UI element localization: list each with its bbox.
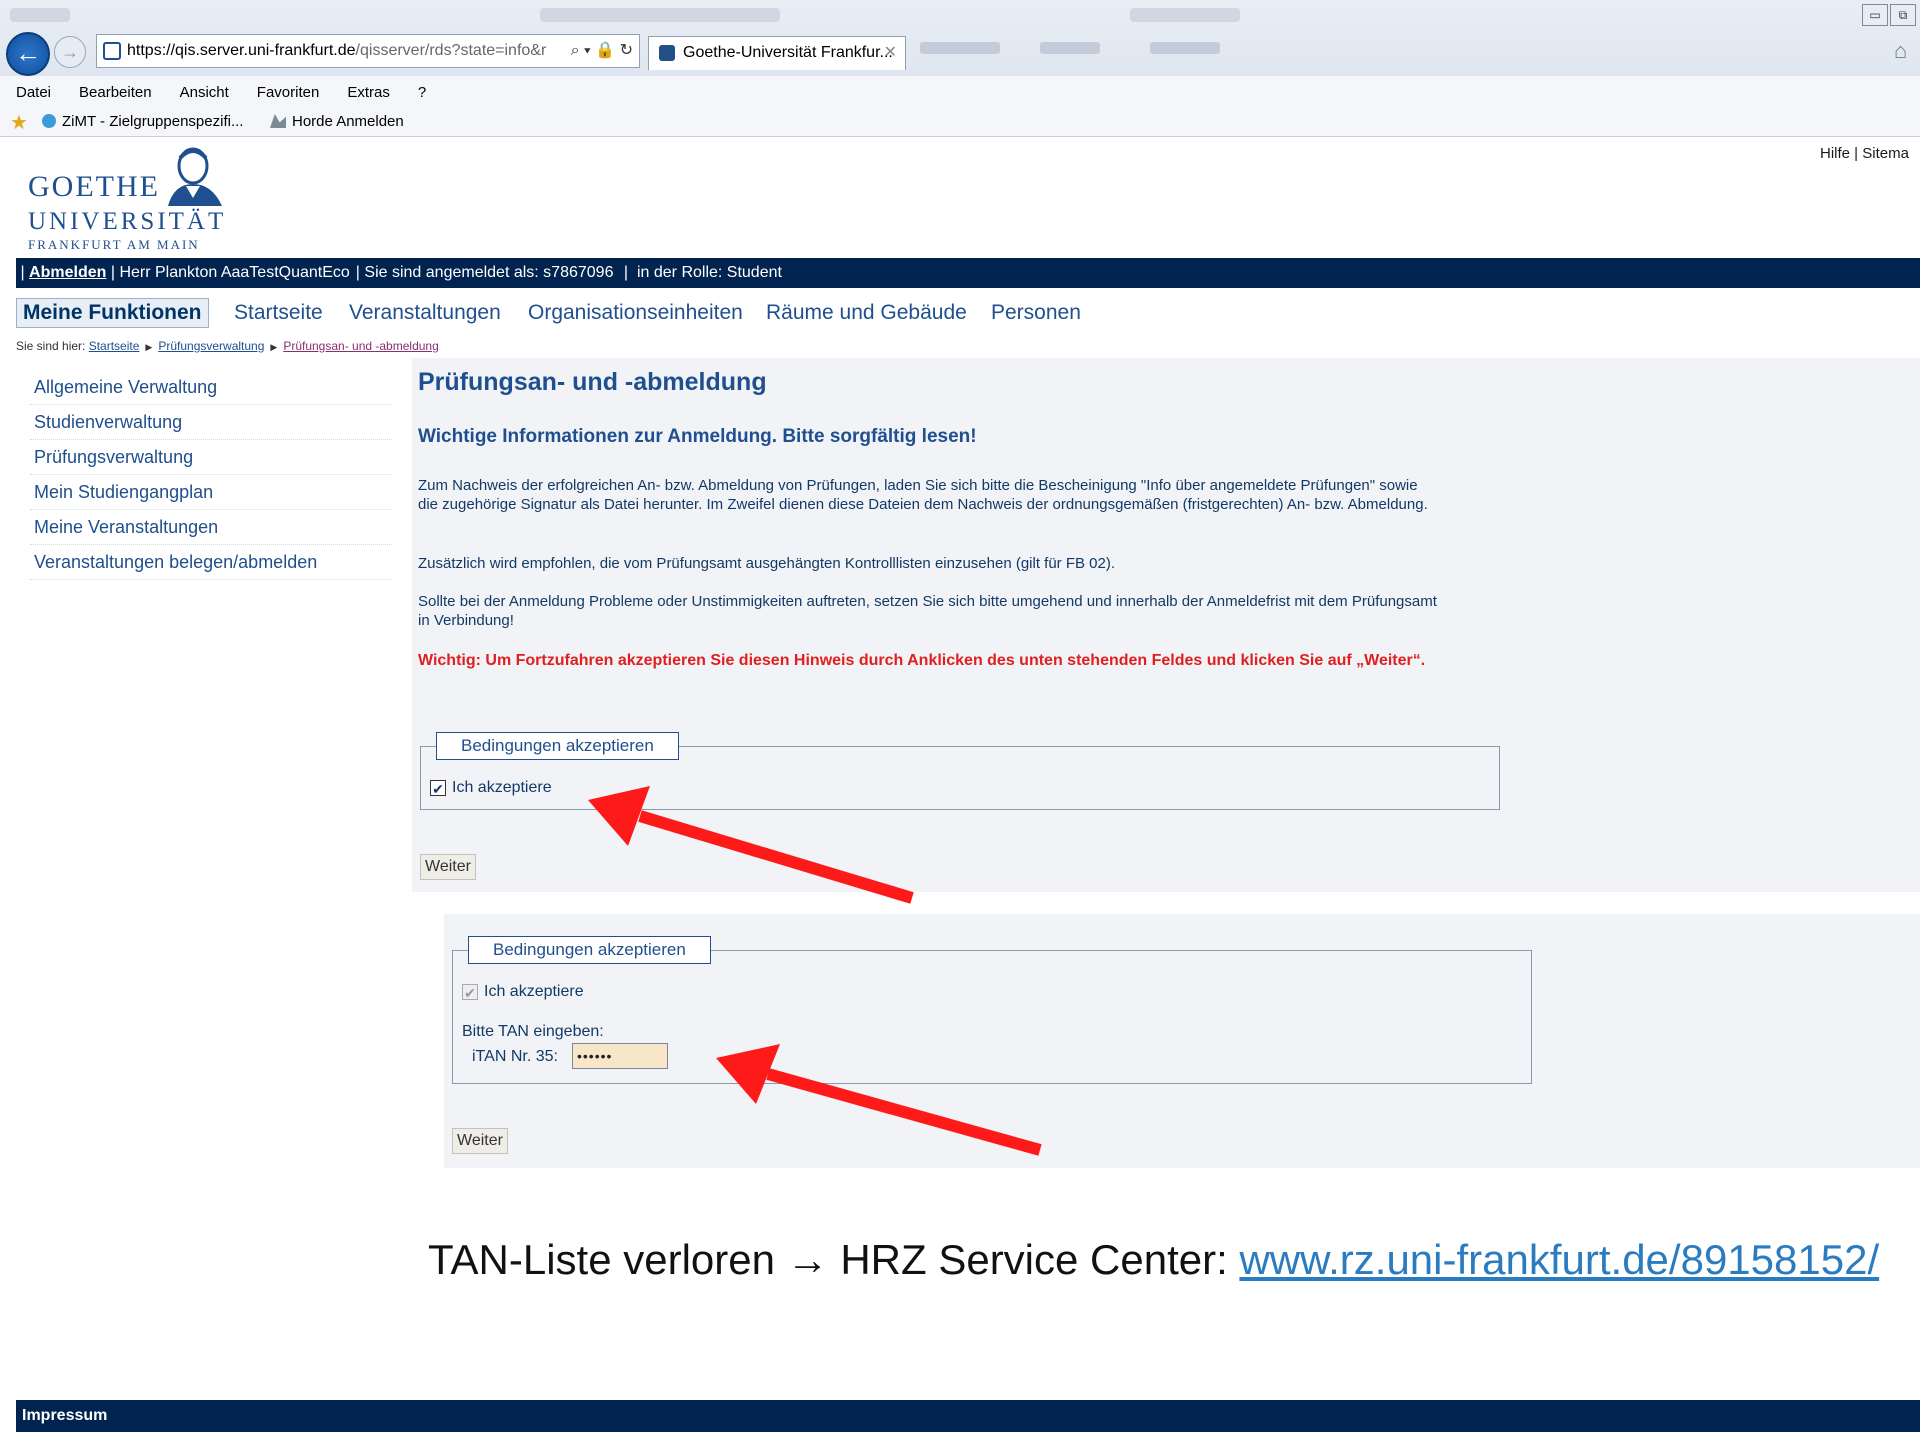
window-controls: ▭ ⧉ — [1862, 4, 1920, 26]
sidebar: Allgemeine Verwaltung Studienverwaltung … — [30, 370, 392, 580]
menu-datei[interactable]: Datei — [16, 84, 51, 101]
sidebar-item-studiengangplan[interactable]: Mein Studiengangplan — [30, 475, 392, 510]
favorites-star-icon[interactable]: ★ — [10, 110, 28, 135]
sidebar-item-studienverwaltung[interactable]: Studienverwaltung — [30, 405, 392, 440]
user-bar: | Abmelden | Herr Plankton AaaTestQuantE… — [16, 258, 1920, 288]
address-bar[interactable]: https://qis.server.uni-frankfurt.de/qiss… — [96, 34, 640, 68]
home-icon[interactable]: ⌂ — [1894, 38, 1907, 64]
university-logo[interactable]: GOETHE UNIVERSITÄT FRANKFURT AM MAIN — [28, 146, 228, 252]
tab-title: Goethe-Universität Frankfur... — [683, 44, 893, 61]
nav-organisationseinheiten[interactable]: Organisationseinheiten — [528, 301, 743, 325]
nav-personen[interactable]: Personen — [991, 301, 1081, 325]
accept-label: Ich akzeptiere — [452, 779, 552, 796]
ghost-tab[interactable] — [1150, 42, 1220, 54]
sidebar-item-pruefungsverwaltung[interactable]: Prüfungsverwaltung — [30, 440, 392, 475]
nav-startseite[interactable]: Startseite — [234, 301, 323, 325]
title-bar-blur — [10, 8, 70, 22]
page-title: Prüfungsan- und -abmeldung — [418, 368, 767, 396]
lost-tan-note: TAN-Liste verloren → HRZ Service Center:… — [428, 1236, 1879, 1284]
breadcrumb-pruefungsverwaltung[interactable]: Prüfungsverwaltung — [158, 339, 264, 353]
content-panel: Prüfungsan- und -abmeldung Wichtige Info… — [412, 358, 1920, 892]
hrz-link[interactable]: www.rz.uni-frankfurt.de/89158152/ — [1239, 1236, 1879, 1283]
impressum-link[interactable]: Impressum — [22, 1407, 107, 1424]
tab-favicon-icon — [659, 44, 675, 61]
breadcrumb-arrow-icon: ▶ — [270, 342, 278, 352]
title-bar-blur — [540, 8, 780, 22]
favorite-horde-label: Horde Anmelden — [292, 113, 404, 130]
role-info: in der Rolle: Student — [636, 264, 782, 281]
nav-veranstaltungen[interactable]: Veranstaltungen — [349, 301, 501, 325]
url-path: /qisserver/rds?state=info&r — [355, 42, 547, 59]
logo-goethe: GOETHE — [28, 170, 160, 203]
menu-bar: Datei Bearbeiten Ansicht Favoriten Extras? — [0, 76, 1920, 106]
help-links: Hilfe | Sitema — [1820, 145, 1909, 162]
favorite-horde[interactable]: Horde Anmelden — [270, 113, 404, 130]
tan-accept-label: Ich akzeptiere — [484, 983, 584, 1000]
tan-weiter-button[interactable]: Weiter — [452, 1128, 508, 1154]
favorites-bar: ★ ZiMT - Zielgruppenspezifi... Horde Anm… — [0, 106, 1920, 137]
maximize-icon[interactable]: ⧉ — [1890, 4, 1916, 26]
tan-panel: Bedingungen akzeptieren ✔ Ich akzeptiere … — [444, 914, 1920, 1168]
minimize-icon[interactable]: ▭ — [1862, 4, 1888, 26]
lost-tan-text: TAN-Liste verloren → HRZ Service Center: — [428, 1236, 1228, 1283]
login-info: Sie sind angemeldet als: s7867096 — [364, 264, 614, 281]
sidebar-item-meine-veranstaltungen[interactable]: Meine Veranstaltungen — [30, 510, 392, 545]
address-tools-icon[interactable]: ⌕ ▾ 🔒 ↻ — [571, 35, 633, 67]
goethe-portrait-icon — [168, 147, 222, 206]
browser-tab[interactable]: Goethe-Universität Frankfur... ✕ — [648, 36, 906, 70]
info-paragraph-2: Zusätzlich wird empfohlen, die vom Prüfu… — [418, 555, 1116, 572]
info-paragraph-1: Zum Nachweis der erfolgreichen An- bzw. … — [418, 477, 1428, 513]
info-subtitle: Wichtige Informationen zur Anmeldung. Bi… — [418, 426, 977, 447]
accept-checkbox[interactable]: ✔ — [430, 780, 446, 797]
menu-bearbeiten[interactable]: Bearbeiten — [79, 84, 152, 101]
site-icon — [103, 41, 121, 60]
warning-text: Wichtig: Um Fortzufahren akzeptieren Sie… — [418, 652, 1426, 669]
sidebar-item-allgemeine-verwaltung[interactable]: Allgemeine Verwaltung — [30, 370, 392, 405]
user-name: Herr Plankton AaaTestQuantEco — [119, 264, 350, 281]
tan-legend: Bedingungen akzeptieren — [468, 936, 711, 964]
horde-icon — [270, 114, 286, 128]
nav-meine-funktionen[interactable]: Meine Funktionen — [16, 298, 209, 328]
sitemap-link[interactable]: Sitema — [1862, 145, 1909, 162]
favorite-zimt[interactable]: ZiMT - Zielgruppenspezifi... — [42, 113, 243, 130]
menu-extras[interactable]: Extras — [347, 84, 390, 101]
breadcrumb-startseite[interactable]: Startseite — [89, 339, 140, 353]
weiter-button[interactable]: Weiter — [420, 854, 476, 880]
sidebar-item-veranstaltungen-belegen[interactable]: Veranstaltungen belegen/abmelden — [30, 545, 392, 580]
close-tab-icon[interactable]: ✕ — [884, 37, 897, 69]
breadcrumb-current[interactable]: Prüfungsan- und -abmeldung — [283, 339, 438, 353]
menu-help[interactable]: ? — [418, 84, 426, 101]
accept-checkbox-row[interactable]: ✔ Ich akzeptiere — [430, 779, 552, 797]
breadcrumb-prefix: Sie sind hier: — [16, 339, 86, 353]
breadcrumb: Sie sind hier: Startseite ▶ Prüfungsverwal… — [16, 339, 439, 353]
itan-label: iTAN Nr. 35: — [472, 1048, 558, 1065]
back-button[interactable]: ← — [6, 32, 50, 76]
title-bar-blur — [1130, 8, 1240, 22]
footer: Impressum — [16, 1400, 1920, 1432]
tan-accept-row: ✔ Ich akzeptiere — [462, 983, 584, 1001]
logout-link[interactable]: Abmelden — [29, 264, 106, 281]
ghost-tab[interactable] — [1040, 42, 1100, 54]
help-link[interactable]: Hilfe — [1820, 145, 1850, 162]
url-host: https://qis.server.uni-frankfurt.de — [127, 42, 356, 59]
tan-accept-checkbox: ✔ — [462, 984, 478, 1001]
main-navigation: Meine Funktionen Startseite Veranstaltun… — [16, 292, 1920, 332]
info-paragraph-3: Sollte bei der Anmeldung Probleme oder U… — [418, 593, 1437, 629]
tan-input[interactable]: •••••• — [572, 1043, 668, 1069]
forward-button[interactable]: → — [54, 36, 86, 68]
zimt-icon — [42, 114, 56, 128]
favorite-zimt-label: ZiMT - Zielgruppenspezifi... — [62, 113, 244, 130]
tan-prompt: Bitte TAN eingeben: — [462, 1023, 604, 1040]
menu-favoriten[interactable]: Favoriten — [257, 84, 320, 101]
ghost-tab[interactable] — [920, 42, 1000, 54]
logo-universitaet: UNIVERSITÄT — [28, 208, 227, 235]
breadcrumb-arrow-icon: ▶ — [145, 342, 153, 352]
accept-legend: Bedingungen akzeptieren — [436, 732, 679, 760]
nav-raeume[interactable]: Räume und Gebäude — [766, 301, 967, 325]
menu-ansicht[interactable]: Ansicht — [180, 84, 229, 101]
logo-frankfurt: FRANKFURT AM MAIN — [28, 237, 200, 252]
